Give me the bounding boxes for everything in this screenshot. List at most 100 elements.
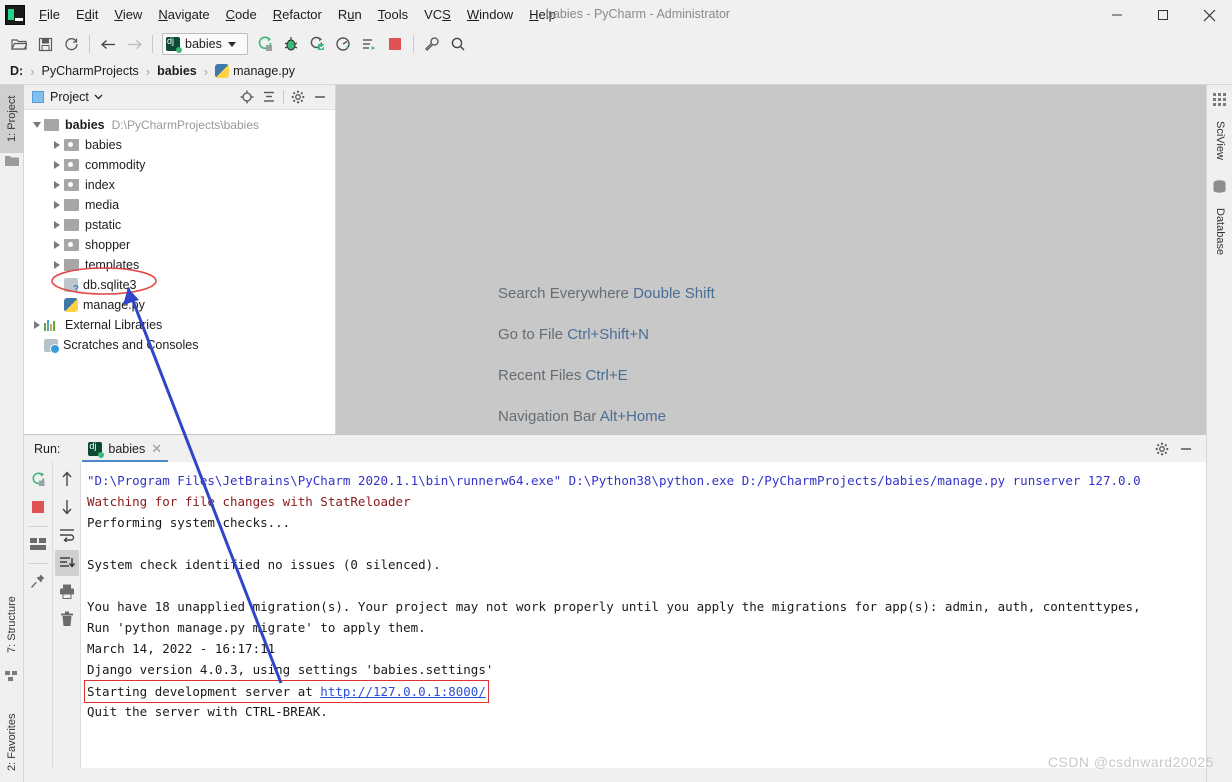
breadcrumb-item-drive[interactable]: D: xyxy=(10,64,23,78)
sidebar-item-project[interactable]: 1: Project xyxy=(0,85,24,153)
tree-node-media[interactable]: media xyxy=(24,195,335,215)
clear-all-icon[interactable] xyxy=(55,606,79,632)
hint-shortcut-label: Double Shift xyxy=(633,285,715,302)
scratches-icon xyxy=(44,338,60,354)
chevron-collapsed-icon[interactable] xyxy=(50,135,64,155)
python-file-icon xyxy=(215,64,230,78)
chevron-collapsed-icon[interactable] xyxy=(50,235,64,255)
pin-tab-icon[interactable] xyxy=(26,568,50,594)
menu-item-run[interactable]: Run xyxy=(330,3,370,27)
run-configuration-selector[interactable]: babies xyxy=(162,33,248,55)
run-configuration-label: babies xyxy=(185,37,222,51)
tree-node-external-libraries[interactable]: External Libraries xyxy=(24,315,335,335)
tree-node-label: templates xyxy=(85,258,140,272)
wrench-icon[interactable] xyxy=(419,32,445,56)
stop-icon[interactable] xyxy=(382,32,408,56)
sidebar-item-structure[interactable]: 7: Structure xyxy=(0,585,24,665)
scroll-down-icon[interactable] xyxy=(55,494,79,520)
server-url-link[interactable]: http://127.0.0.1:8000/ xyxy=(320,684,486,699)
sidebar-item-sciview[interactable]: SciView xyxy=(1208,109,1232,171)
run-tests-icon[interactable] xyxy=(356,32,382,56)
gear-icon[interactable] xyxy=(287,86,309,108)
chevron-collapsed-icon[interactable] xyxy=(50,155,64,175)
soft-wrap-icon[interactable] xyxy=(55,522,79,548)
tree-node-shopper[interactable]: shopper xyxy=(24,235,335,255)
save-icon[interactable] xyxy=(32,32,58,56)
sidebar-item-favorites[interactable]: 2: Favorites xyxy=(0,697,24,782)
maximize-button[interactable] xyxy=(1140,0,1186,30)
menu-item-refactor[interactable]: Refactor xyxy=(265,3,330,27)
scroll-up-icon[interactable] xyxy=(55,466,79,492)
menu-item-code[interactable]: Code xyxy=(218,3,265,27)
refresh-icon[interactable] xyxy=(58,32,84,56)
editor-empty-area: Search Everywhere Double Shift Go to Fil… xyxy=(336,85,1206,434)
stop-icon[interactable] xyxy=(26,494,50,520)
console-line: System check identified no issues (0 sil… xyxy=(87,557,441,572)
tree-node-label: babies xyxy=(85,138,122,152)
tree-node-templates[interactable]: templates xyxy=(24,255,335,275)
breadcrumb: D: › PyCharmProjects › babies › manage.p… xyxy=(0,58,1232,85)
hint-action-label: Recent Files xyxy=(498,367,582,384)
hide-icon[interactable] xyxy=(1174,437,1198,461)
console-layout-icon[interactable] xyxy=(26,531,50,557)
menu-item-edit[interactable]: Edit xyxy=(68,3,106,27)
menu-item-file[interactable]: File xyxy=(31,3,68,27)
breadcrumb-item-file[interactable]: manage.py xyxy=(215,64,295,78)
tree-node-db-sqlite3[interactable]: db.sqlite3 xyxy=(24,275,335,295)
run-side-toolbar xyxy=(24,462,80,782)
hint-navigation-bar: Navigation Bar Alt+Home xyxy=(498,408,715,425)
collapse-all-icon[interactable] xyxy=(258,86,280,108)
run-with-coverage-icon[interactable] xyxy=(304,32,330,56)
run-console-output[interactable]: "D:\Program Files\JetBrains\PyCharm 2020… xyxy=(80,462,1206,782)
debug-bug-icon[interactable] xyxy=(278,32,304,56)
tree-node-label: pstatic xyxy=(85,218,122,232)
minimize-button[interactable] xyxy=(1094,0,1140,30)
rerun-icon[interactable] xyxy=(26,466,50,492)
profile-icon[interactable] xyxy=(330,32,356,56)
chevron-collapsed-icon[interactable] xyxy=(50,215,64,235)
tree-node-babies[interactable]: babies xyxy=(24,135,335,155)
project-window-icon xyxy=(32,91,44,103)
tree-node-index[interactable]: index xyxy=(24,175,335,195)
menu-item-tools[interactable]: Tools xyxy=(370,3,416,27)
main-toolbar: babies xyxy=(0,30,1232,58)
tree-node-commodity[interactable]: commodity xyxy=(24,155,335,175)
locate-target-icon[interactable] xyxy=(236,86,258,108)
hide-icon[interactable] xyxy=(309,86,331,108)
tree-node-path: D:\PyCharmProjects\babies xyxy=(111,118,259,132)
run-tool-window: Run: babies ✕ xyxy=(24,434,1206,782)
sidebar-item-database[interactable]: Database xyxy=(1208,197,1232,267)
chevron-collapsed-icon[interactable] xyxy=(50,175,64,195)
tree-node-root[interactable]: babies D:\PyCharmProjects\babies xyxy=(24,115,335,135)
menu-item-window[interactable]: Window xyxy=(459,3,521,27)
menu-item-view[interactable]: View xyxy=(106,3,150,27)
libraries-icon xyxy=(44,319,59,331)
toolbar-separator-3 xyxy=(413,35,414,53)
run-header-actions xyxy=(1150,435,1198,462)
menu-item-vcs[interactable]: VCS xyxy=(416,3,459,27)
close-button[interactable] xyxy=(1186,0,1232,30)
arrow-left-icon[interactable] xyxy=(95,32,121,56)
menu-item-navigate[interactable]: Navigate xyxy=(150,3,217,27)
django-icon xyxy=(88,441,105,458)
gear-icon[interactable] xyxy=(1150,437,1174,461)
chevron-expanded-icon[interactable] xyxy=(30,115,44,135)
tree-node-scratches[interactable]: Scratches and Consoles xyxy=(24,335,335,355)
breadcrumb-item-babies[interactable]: babies xyxy=(157,64,197,78)
chevron-down-icon[interactable] xyxy=(94,90,103,104)
run-icon[interactable] xyxy=(252,32,278,56)
run-tab-babies[interactable]: babies ✕ xyxy=(82,435,168,462)
chevron-collapsed-icon[interactable] xyxy=(50,195,64,215)
chevron-collapsed-icon[interactable] xyxy=(50,255,64,275)
tree-node-pstatic[interactable]: pstatic xyxy=(24,215,335,235)
close-icon[interactable]: ✕ xyxy=(151,442,162,455)
breadcrumb-item-projects[interactable]: PyCharmProjects xyxy=(42,64,139,78)
search-icon[interactable] xyxy=(445,32,471,56)
sidebar-item-project-label: 1: Project xyxy=(6,95,18,143)
open-folder-icon[interactable] xyxy=(6,32,32,56)
chevron-collapsed-icon[interactable] xyxy=(30,315,44,335)
scroll-to-end-icon[interactable] xyxy=(54,550,79,576)
tree-node-manage-py[interactable]: manage.py xyxy=(24,295,335,315)
print-icon[interactable] xyxy=(55,578,79,604)
structure-icon xyxy=(5,670,19,684)
